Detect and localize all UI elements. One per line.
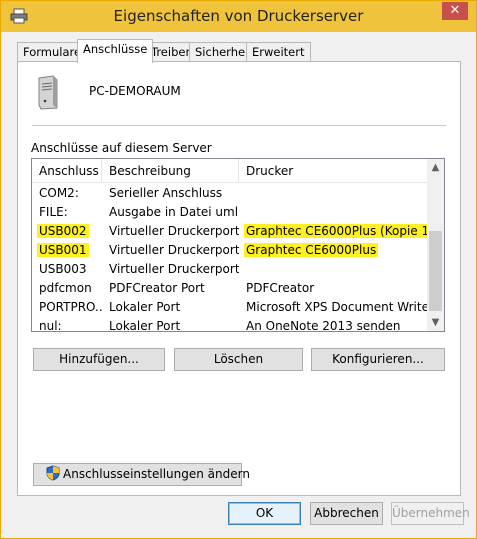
port-cell: USB002 [32,222,102,241]
port-cell: COM2: [32,184,102,203]
port-cell-text: pdfcmon [39,281,92,295]
port-cell-text: USB002 [37,224,89,238]
column-header-beschreibung[interactable]: Beschreibung [102,159,239,183]
properties-dialog: Eigenschaften von Druckerserver ✕ Formul… [0,0,477,539]
port-cell-text: FILE: [39,205,68,219]
configure-port-button[interactable]: Konfigurieren... [311,348,445,371]
table-row[interactable]: nul: Lokaler Port An OneNote 2013 senden [32,317,427,332]
window-title: Eigenschaften von Druckerserver [113,7,364,25]
table-row[interactable]: PORTPRO... Lokaler Port Microsoft XPS Docu… [32,298,427,317]
printer-cell [239,184,427,203]
port-cell-text: USB003 [39,262,87,276]
ok-button[interactable]: OK [228,502,301,525]
port-cell: USB001 [32,241,102,260]
printer-cell: Graphtec CE6000Plus (Kopie 1) [239,222,427,241]
ports-section-label: Anschlüsse auf diesem Server [31,141,212,155]
description-cell-text: Serieller Anschluss [109,186,223,200]
port-cell: pdfcmon [32,279,102,298]
tab-erweitert[interactable]: Erweitert [246,42,311,62]
tab-anschluesse[interactable]: Anschlüsse [77,39,154,63]
description-cell: Lokaler Port [102,317,239,332]
description-cell-text: Virtueller Druckerport ... [109,224,239,238]
title-bar[interactable]: Eigenschaften von Druckerserver ✕ [1,1,476,32]
port-cell-text: PORTPRO... [39,300,102,314]
column-header-drucker[interactable]: Drucker [239,159,427,183]
scroll-up-icon[interactable]: ▲ [427,159,444,176]
table-row[interactable]: USB003 Virtueller Druckerport ... [32,260,427,279]
printer-cell [239,203,427,222]
scroll-thumb[interactable] [429,231,442,311]
printer-cell: PDFCreator [239,279,427,298]
vertical-scrollbar[interactable]: ▲ ▼ [427,159,444,331]
description-cell: Serieller Anschluss [102,184,239,203]
description-cell-text: Virtueller Druckerport ... [109,262,239,276]
add-port-button[interactable]: Hinzufügen... [33,348,165,371]
port-cell: FILE: [32,203,102,222]
port-cell: nul: [32,317,102,332]
column-header-anschluss[interactable]: Anschluss [32,159,102,183]
port-cell-text: USB001 [37,243,89,257]
printer-cell-text: PDFCreator [246,281,315,295]
description-cell: Virtueller Druckerport ... [102,260,239,279]
cancel-button[interactable]: Abbrechen [310,502,383,525]
description-cell: Virtueller Druckerport ... [102,241,239,260]
ports-list[interactable]: Anschluss Beschreibung Drucker COM2: Seri… [31,158,445,332]
ports-list-body: COM2: Serieller Anschluss FILE: Ausgabe in … [32,184,427,332]
printer-cell-text: Graphtec CE6000Plus [244,243,379,257]
description-cell: Virtueller Druckerport ... [102,222,239,241]
description-cell-text: PDFCreator Port [109,281,205,295]
description-cell-text: Lokaler Port [109,319,181,332]
uac-shield-icon [46,465,60,481]
change-port-settings-button[interactable]: Anschlusseinstellungen ändern [33,463,250,486]
printer-cell [239,260,427,279]
server-icon [38,75,58,110]
table-row[interactable]: USB001 Virtueller Druckerport ... Graphtec… [32,241,427,260]
divider [32,125,446,126]
delete-port-button[interactable]: Löschen [174,348,303,371]
description-cell: Ausgabe in Datei uml... [102,203,239,222]
port-cell-text: COM2: [39,186,79,200]
scroll-down-icon[interactable]: ▼ [427,314,444,331]
table-row[interactable]: USB002 Virtueller Druckerport ... Graphtec… [32,222,427,241]
printer-cell-text: Graphtec CE6000Plus (Kopie 1) [244,224,427,238]
description-cell: Lokaler Port [102,298,239,317]
printer-cell-text: Microsoft XPS Document Writer [246,300,427,314]
table-row[interactable]: COM2: Serieller Anschluss [32,184,427,203]
printer-cell: An OneNote 2013 senden [239,317,427,332]
dialog-client-area: Formulare Anschlüsse Treiber Sicherheit … [8,32,470,532]
description-cell-text: Lokaler Port [109,300,181,314]
change-port-settings-label: Anschlusseinstellungen ändern [63,467,250,481]
port-cell: PORTPRO... [32,298,102,317]
port-cell-text: nul: [39,319,62,332]
printer-cell-text: An OneNote 2013 senden [246,319,401,332]
printer-cell: Microsoft XPS Document Writer [239,298,427,317]
description-cell: PDFCreator Port [102,279,239,298]
ports-list-header: Anschluss Beschreibung Drucker [32,159,427,183]
anschluesse-panel: PC-DEMORAUM Anschlüsse auf diesem Server… [17,61,461,496]
table-row[interactable]: FILE: Ausgabe in Datei uml... [32,203,427,222]
description-cell-text: Ausgabe in Datei uml... [109,205,239,219]
table-row[interactable]: pdfcmon PDFCreator Port PDFCreator [32,279,427,298]
printer-cell: Graphtec CE6000Plus [239,241,427,260]
close-button[interactable]: ✕ [442,2,468,20]
apply-button[interactable]: Übernehmen [391,502,470,525]
port-cell: USB003 [32,260,102,279]
description-cell-text: Virtueller Druckerport ... [109,243,239,257]
server-name: PC-DEMORAUM [89,84,181,98]
